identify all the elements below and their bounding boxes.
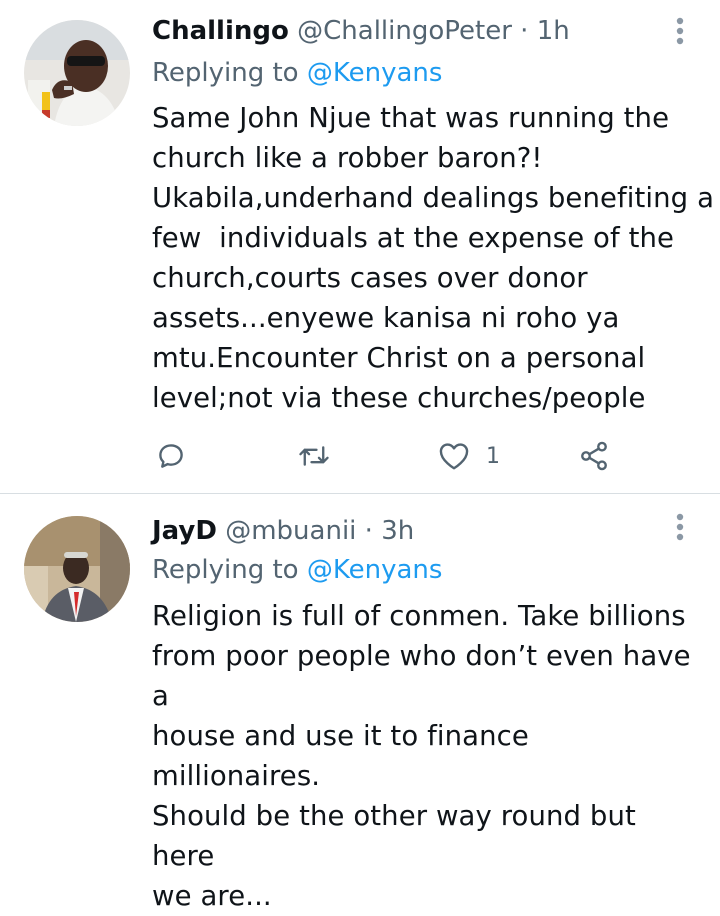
avatar[interactable] — [24, 516, 130, 622]
handle[interactable]: @mbuanii — [225, 516, 356, 546]
share-icon — [581, 441, 607, 471]
tweet-text: Religion is full of conmen. Take billion… — [152, 596, 700, 916]
tweet-header: JayD @mbuanii · 3h — [152, 514, 656, 548]
heart-icon — [439, 443, 469, 470]
tweet-text-line: Religion is full of conmen. Take billion… — [152, 600, 686, 632]
tweet-text-line: Ukabila,underhand dealings benefiting a — [152, 182, 715, 214]
tweet-text-line: Same John Njue that was running the — [152, 102, 670, 134]
tweet-text-line: from poor people who don’t even have a — [152, 640, 691, 712]
tweet-text-line: church,courts cases over donor — [152, 262, 588, 294]
tweet-text-line: mtu.Encounter Christ on a personal — [152, 342, 646, 374]
tweet-1[interactable]: Challingo @ChallingoPeter · 1h Replying … — [0, 0, 720, 493]
tweet-text-line: Should be the other way round but here — [152, 800, 636, 872]
retweet-icon — [299, 446, 329, 466]
like-button[interactable]: 1 — [438, 434, 500, 478]
tweet-text-line: level;not via these churches/people — [152, 382, 646, 414]
separator: · — [356, 516, 382, 546]
handle[interactable]: @ChallingoPeter — [297, 16, 512, 46]
timestamp[interactable]: 1h — [537, 16, 570, 46]
more-options-button[interactable] — [670, 14, 690, 48]
tweet-text-line: church like a robber baron?! — [152, 142, 543, 174]
replying-to: Replying to @Kenyans — [152, 553, 442, 587]
share-button[interactable] — [578, 434, 610, 478]
tweet-text-line: few individuals at the expense of the — [152, 222, 675, 254]
replying-to-prefix: Replying to — [152, 555, 307, 585]
replying-to-mention[interactable]: @Kenyans — [307, 555, 443, 585]
timestamp[interactable]: 3h — [381, 516, 414, 546]
replying-to-prefix: Replying to — [152, 58, 307, 88]
tweet-actions: 1 — [152, 434, 622, 478]
avatar-photo — [24, 516, 130, 622]
tweet-text: Same John Njue that was running the chur… — [152, 98, 715, 418]
tweet-text-line: house and use it to finance millionaires… — [152, 720, 529, 792]
separator: · — [511, 16, 537, 46]
more-vertical-icon — [676, 513, 684, 541]
more-options-button[interactable] — [670, 510, 690, 544]
display-name[interactable]: Challingo — [152, 16, 289, 46]
tweet-text-line: assets...enyewe kanisa ni roho ya — [152, 302, 620, 334]
replying-to: Replying to @Kenyans — [152, 56, 442, 90]
display-name[interactable]: JayD — [152, 516, 217, 546]
more-vertical-icon — [676, 17, 684, 45]
tweet-2[interactable]: JayD @mbuanii · 3h Replying to @Kenyans … — [0, 494, 720, 912]
tweet-header: Challingo @ChallingoPeter · 1h — [152, 14, 656, 48]
reply-button[interactable] — [156, 434, 186, 478]
avatar[interactable] — [24, 20, 130, 126]
reply-icon — [159, 444, 183, 468]
retweet-button[interactable] — [298, 434, 330, 478]
tweet-text-line: we are... — [152, 880, 272, 912]
avatar-photo — [24, 20, 130, 126]
like-count: 1 — [486, 443, 500, 469]
replying-to-mention[interactable]: @Kenyans — [307, 58, 443, 88]
